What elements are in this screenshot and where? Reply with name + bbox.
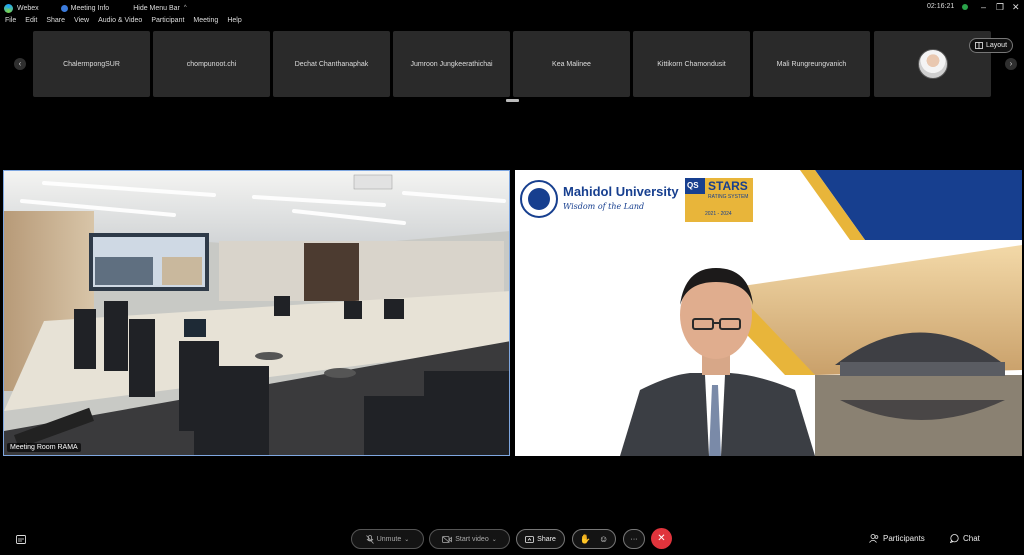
captions-icon[interactable] [16,535,26,544]
meeting-room-video-feed [4,171,509,455]
video-meeting-room[interactable]: Meeting Room RAMA [3,170,510,456]
chevron-down-icon: ⌄ [404,536,410,543]
start-video-label: Start video [455,535,489,543]
slide-stars-sub: RATING SYSTEM [708,194,749,200]
avatar [917,49,948,79]
participant-name: Jumroon Jungkeerathichai [410,60,493,68]
restore-button[interactable]: ❐ [996,1,1004,13]
camera-off-icon [442,535,453,543]
menu-bar: File Edit Share View Audio & Video Parti… [0,17,246,29]
menu-participant[interactable]: Participant [151,17,184,29]
menu-meeting[interactable]: Meeting [193,17,218,29]
share-screen-icon [525,535,535,543]
participant-name: Mali Rungreungvanich [776,60,847,68]
participant-name: ChalermpongSUR [63,60,120,68]
participants-label: Participants [883,534,925,543]
menu-view[interactable]: View [74,17,89,29]
leave-meeting-button[interactable]: ✕ [651,528,672,549]
meeting-timer: 02:16:21 [927,3,955,10]
participant-thumbnail[interactable]: ChalermpongSUR [33,31,150,97]
reactions-icon[interactable]: ☺ [599,534,608,544]
participant-name: Kea Malinee [552,60,591,68]
participant-thumbnail[interactable]: Kea Malinee [513,31,630,97]
participant-thumbnail[interactable]: Kittikorn Chamondusit [633,31,750,97]
slide-qs-logo: QS [687,181,699,190]
participant-thumbnail[interactable]: Dechat Chanthanaphak [273,31,390,97]
menu-audio-video[interactable]: Audio & Video [98,17,142,29]
slide-stars-logo: STARS [708,179,748,193]
slide-university-name: Mahidol University [563,184,679,199]
layout-button[interactable]: Layout [969,38,1014,53]
share-label: Share [537,535,556,543]
participant-thumbnail[interactable]: chompunoot.chi [153,31,270,97]
reactions-group: ✋ ☺ [572,529,616,549]
meeting-info-button[interactable]: Meeting Info [71,5,110,12]
participants-icon [869,534,879,543]
chat-button[interactable]: Chat [950,534,980,543]
chevron-down-icon: ⌄ [491,536,497,543]
close-button[interactable]: ✕ [1012,1,1020,13]
chevron-up-icon[interactable]: ^ [184,5,187,11]
meeting-toolbar: Unmute ⌄ Start video ⌄ Share ✋ ☺ ··· ✕ P… [0,525,1024,553]
strip-resize-handle[interactable] [506,99,519,102]
unmute-label: Unmute [376,535,402,543]
more-icon: ··· [630,535,638,543]
participant-name: chompunoot.chi [186,60,237,68]
minimize-button[interactable]: – [981,1,986,13]
participant-thumbnail[interactable]: Jumroon Jungkeerathichai [393,31,510,97]
webex-logo-icon [4,3,13,13]
chat-icon [950,534,959,543]
connection-status-icon [962,4,968,10]
participants-button[interactable]: Participants [869,534,925,543]
strip-next-button[interactable]: › [1005,58,1017,70]
presenter-video-feed [515,170,1022,456]
share-button[interactable]: Share [516,529,565,549]
raise-hand-icon[interactable]: ✋ [580,534,591,545]
slide-tagline: Wisdom of the Land [563,202,645,211]
menu-file[interactable]: File [5,17,16,29]
strip-prev-button[interactable]: ‹ [14,58,26,70]
menu-share[interactable]: Share [46,17,65,29]
participant-thumbnail[interactable]: Mali Rungreungvanich [753,31,870,97]
layout-grid-icon [975,42,983,49]
microphone-muted-icon [365,534,374,544]
title-bar: Webex Meeting Info Hide Menu Bar ^ 02:16… [0,0,1024,16]
layout-label: Layout [986,42,1008,49]
meeting-info-icon[interactable] [60,4,68,12]
participant-name: Kittikorn Chamondusit [657,60,726,68]
participant-name: Dechat Chanthanaphak [294,60,369,68]
hide-menu-bar-button[interactable]: Hide Menu Bar [133,5,180,12]
participant-name-label: Meeting Room RAMA [7,443,81,452]
menu-help[interactable]: Help [227,17,241,29]
menu-edit[interactable]: Edit [25,17,37,29]
video-presenter[interactable]: Mahidol University Wisdom of the Land QS… [515,170,1022,456]
slide-years: 2021 - 2024 [705,211,732,217]
app-title: Webex [17,4,39,12]
unmute-button[interactable]: Unmute ⌄ [351,529,424,549]
more-options-button[interactable]: ··· [623,529,645,549]
chat-label: Chat [963,534,980,543]
start-video-button[interactable]: Start video ⌄ [429,529,510,549]
